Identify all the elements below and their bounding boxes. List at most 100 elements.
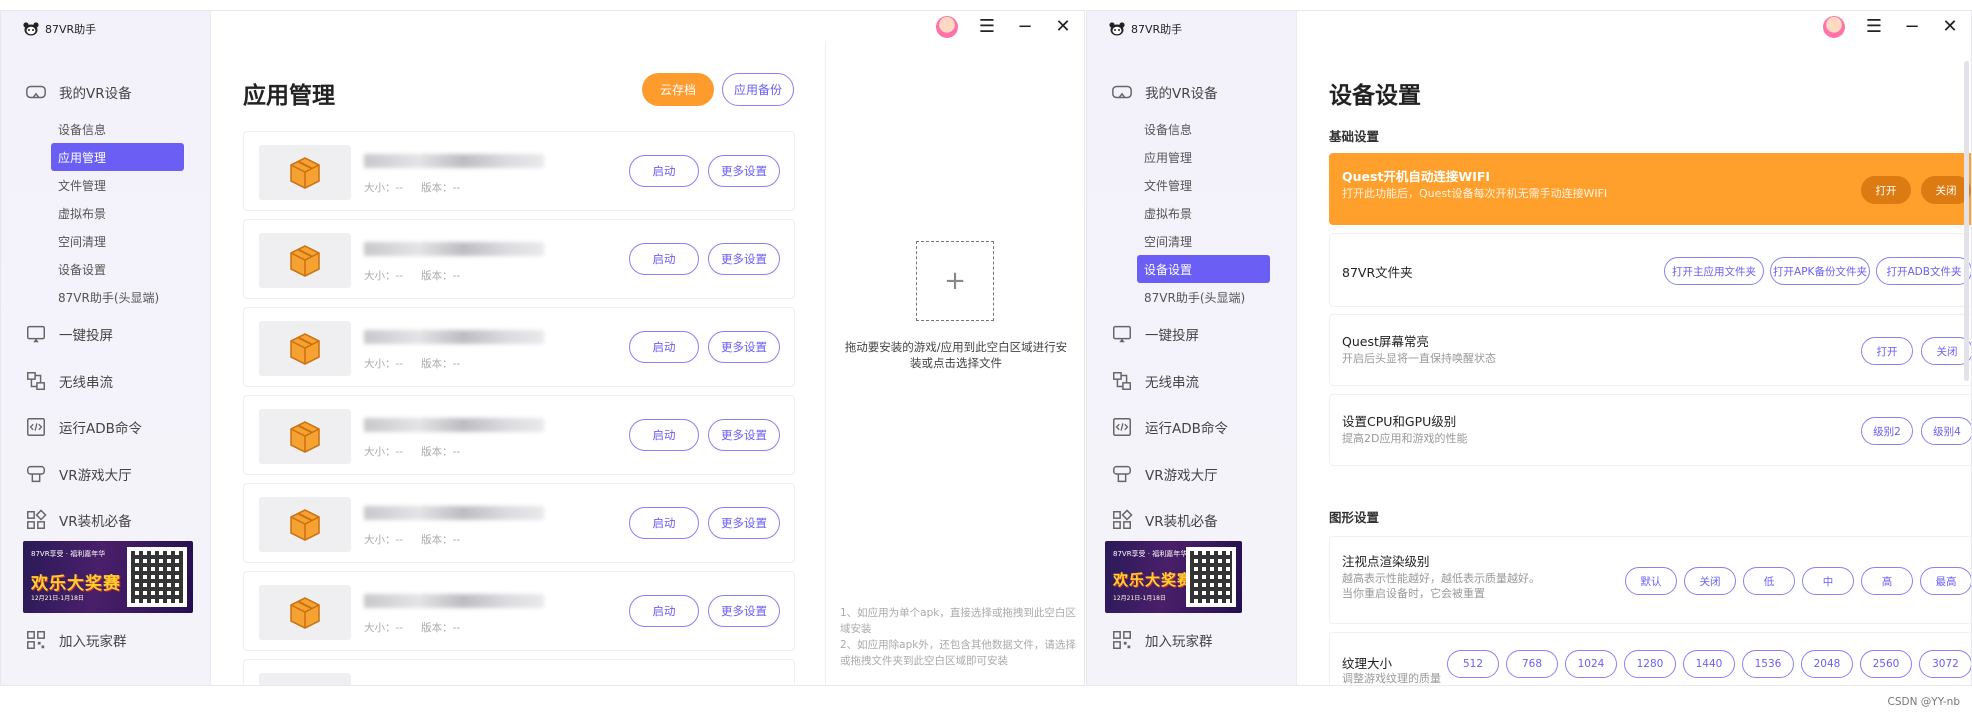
stream-icon bbox=[27, 371, 45, 390]
add-file-dropzone[interactable]: + bbox=[916, 241, 994, 321]
join-player-group[interactable]: 加入玩家群 bbox=[1111, 629, 1213, 651]
sidebar-item-cast[interactable]: 一键投屏 bbox=[1, 311, 210, 358]
setting-title: 注视点渲染级别 bbox=[1342, 554, 1430, 569]
sidebar-item-stream[interactable]: 无线串流 bbox=[1, 358, 210, 405]
texture-2048-button[interactable]: 2048 bbox=[1801, 650, 1853, 678]
sidebar-item-my-vr-device[interactable]: 我的VR设备 bbox=[1087, 69, 1296, 115]
install-tip: 1、如应用为单个apk，直接选择或拖拽到此空白区域安装 bbox=[840, 607, 1076, 635]
texture-512-button[interactable]: 512 bbox=[1447, 650, 1499, 678]
sidebar-sub-headset-app[interactable]: 87VR助手(头显端) bbox=[1, 283, 210, 311]
more-settings-button[interactable]: 更多设置 bbox=[708, 331, 780, 363]
sidebar-item-essentials[interactable]: VR装机必备 bbox=[1087, 497, 1296, 544]
sidebar-sub-device-settings[interactable]: 设备设置 bbox=[1, 255, 210, 283]
sidebar-item-essentials[interactable]: VR装机必备 bbox=[1, 497, 210, 544]
open-apk-backup-folder-button[interactable]: 打开APK备份文件夹 bbox=[1770, 257, 1870, 285]
panda-logo-icon bbox=[1109, 22, 1125, 36]
texture-2560-button[interactable]: 2560 bbox=[1860, 650, 1912, 678]
start-app-button[interactable]: 启动 bbox=[629, 419, 699, 451]
texture-1536-button[interactable]: 1536 bbox=[1742, 650, 1794, 678]
sidebar-item-adb[interactable]: 运行ADB命令 bbox=[1, 404, 210, 451]
texture-1024-button[interactable]: 1024 bbox=[1565, 650, 1617, 678]
app-card: 大小：-- 版本：-- 启动 更多设置 bbox=[243, 483, 795, 563]
start-app-button[interactable]: 启动 bbox=[629, 595, 699, 627]
sidebar-item-vr-hall[interactable]: VR游戏大厅 bbox=[1, 451, 210, 498]
apps-grid-icon bbox=[1113, 509, 1133, 530]
more-settings-button[interactable]: 更多设置 bbox=[708, 507, 780, 539]
app-window-apps: 87VR助手 我的VR设备 设备信息 应用管理 文件管理 虚拟布景 空间清理 设… bbox=[0, 10, 1085, 686]
sidebar-sub-virtual-scene[interactable]: 虚拟布景 bbox=[1, 199, 210, 227]
app-name-blurred bbox=[364, 506, 544, 520]
foveated-high-button[interactable]: 高 bbox=[1861, 567, 1913, 595]
sidebar-sub-app-manage[interactable]: 应用管理 bbox=[51, 143, 184, 171]
texture-1440-button[interactable]: 1440 bbox=[1683, 650, 1735, 678]
sidebar-item-label: 一键投屏 bbox=[59, 328, 113, 345]
texture-1280-button[interactable]: 1280 bbox=[1624, 650, 1676, 678]
sidebar-sub-space-clean[interactable]: 空间清理 bbox=[1, 227, 210, 255]
sidebar-item-stream[interactable]: 无线串流 bbox=[1087, 358, 1296, 405]
scrollbar[interactable] bbox=[1964, 61, 1969, 381]
foveated-default-button[interactable]: 默认 bbox=[1625, 567, 1677, 595]
install-drop-pane[interactable]: + 拖动要安装的游戏/应用到此空白区域进行安装或点击选择文件 1、如应用为单个a… bbox=[825, 41, 1084, 685]
cpu-level2-button[interactable]: 级别2 bbox=[1861, 417, 1913, 445]
more-settings-button[interactable]: 更多设置 bbox=[708, 595, 780, 627]
foveated-medium-button[interactable]: 中 bbox=[1802, 567, 1854, 595]
sidebar-sub-file-manage[interactable]: 文件管理 bbox=[1087, 171, 1296, 199]
sidebar-sub-device-settings[interactable]: 设备设置 bbox=[1137, 255, 1270, 283]
sidebar-sub-device-info[interactable]: 设备信息 bbox=[1, 115, 210, 143]
sidebar-sub-space-clean[interactable]: 空间清理 bbox=[1087, 227, 1296, 255]
brand-name: 87VR助手 bbox=[1131, 23, 1183, 36]
texture-768-button[interactable]: 768 bbox=[1506, 650, 1558, 678]
app-card: 大小：-- 版本：-- 启动 更多设置 bbox=[243, 395, 795, 475]
more-settings-button[interactable]: 更多设置 bbox=[708, 419, 780, 451]
screen-on-button[interactable]: 打开 bbox=[1861, 337, 1913, 365]
sidebar-item-label: VR装机必备 bbox=[1145, 514, 1218, 531]
texture-3072-button[interactable]: 3072 bbox=[1919, 650, 1971, 678]
promo-banner[interactable]: 87VR享受 · 福利嘉年华 欢乐大奖赛 12月21日-1月18日 bbox=[1105, 541, 1242, 613]
sidebar-sub-app-manage[interactable]: 应用管理 bbox=[1087, 143, 1296, 171]
cloud-save-button[interactable]: 云存档 bbox=[642, 73, 714, 106]
setting-desc: 调整游戏纹理的质量 bbox=[1342, 672, 1441, 685]
stream-icon bbox=[1113, 371, 1131, 390]
sidebar-item-label: 运行ADB命令 bbox=[1145, 421, 1228, 438]
setting-auto-wifi: Quest开机自动连接WIFI 打开此功能后，Quest设备每次开机无需手动连接… bbox=[1329, 153, 1971, 225]
sidebar-item-my-vr-device[interactable]: 我的VR设备 bbox=[1, 69, 210, 115]
start-app-button[interactable]: 启动 bbox=[629, 331, 699, 363]
package-box-icon bbox=[290, 420, 320, 453]
sidebar-nav: 我的VR设备 设备信息 应用管理 文件管理 虚拟布景 空间清理 设备设置 87V… bbox=[1087, 69, 1296, 544]
app-icon bbox=[259, 145, 351, 200]
sidebar-item-label: 无线串流 bbox=[59, 374, 113, 391]
app-backup-button[interactable]: 应用备份 bbox=[722, 73, 794, 106]
promo-banner[interactable]: 87VR享受 · 福利嘉年华 欢乐大奖赛 12月21日-1月18日 bbox=[23, 541, 193, 613]
sidebar-sub-virtual-scene[interactable]: 虚拟布景 bbox=[1087, 199, 1296, 227]
cpu-level4-button[interactable]: 级别4 bbox=[1921, 417, 1971, 445]
banner-title: 欢乐大奖赛 bbox=[1113, 571, 1194, 589]
more-settings-button[interactable]: 更多设置 bbox=[708, 243, 780, 275]
more-settings-button[interactable]: 更多设置 bbox=[708, 155, 780, 187]
setting-cpu-gpu: 设置CPU和GPU级别 提高2D应用和游戏的性能 级别2 级别4 bbox=[1329, 394, 1971, 466]
page-title: 设备设置 bbox=[1329, 83, 1421, 109]
foveated-off-button[interactable]: 关闭 bbox=[1684, 567, 1736, 595]
sidebar-sub-headset-app[interactable]: 87VR助手(头显端) bbox=[1087, 283, 1296, 311]
join-player-group[interactable]: 加入玩家群 bbox=[25, 629, 127, 651]
wifi-on-button[interactable]: 打开 bbox=[1861, 176, 1911, 204]
setting-title: 87VR文件夹 bbox=[1342, 265, 1413, 280]
setting-screen-awake: Quest屏幕常亮 开启后头显将一直保持唤醒状态 打开 关闭 bbox=[1329, 314, 1971, 386]
sidebar-item-vr-hall[interactable]: VR游戏大厅 bbox=[1087, 451, 1296, 498]
app-card bbox=[243, 659, 795, 685]
package-box-icon bbox=[290, 596, 320, 629]
foveated-low-button[interactable]: 低 bbox=[1743, 567, 1795, 595]
app-name-blurred bbox=[364, 418, 544, 432]
open-main-folder-button[interactable]: 打开主应用文件夹 bbox=[1664, 257, 1764, 285]
sidebar-sub-device-info[interactable]: 设备信息 bbox=[1087, 115, 1296, 143]
package-box-icon bbox=[290, 508, 320, 541]
sidebar-sub-file-manage[interactable]: 文件管理 bbox=[1, 171, 210, 199]
start-app-button[interactable]: 启动 bbox=[629, 155, 699, 187]
start-app-button[interactable]: 启动 bbox=[629, 243, 699, 275]
sidebar-item-adb[interactable]: 运行ADB命令 bbox=[1087, 404, 1296, 451]
open-adb-folder-button[interactable]: 打开ADB文件夹 bbox=[1876, 257, 1971, 285]
start-app-button[interactable]: 启动 bbox=[629, 507, 699, 539]
setting-title: Quest屏幕常亮 bbox=[1342, 334, 1429, 349]
sidebar-item-cast[interactable]: 一键投屏 bbox=[1087, 311, 1296, 358]
app-card: 大小：-- 版本：-- 启动 更多设置 bbox=[243, 571, 795, 651]
foveated-highest-button[interactable]: 最高 bbox=[1920, 567, 1971, 595]
